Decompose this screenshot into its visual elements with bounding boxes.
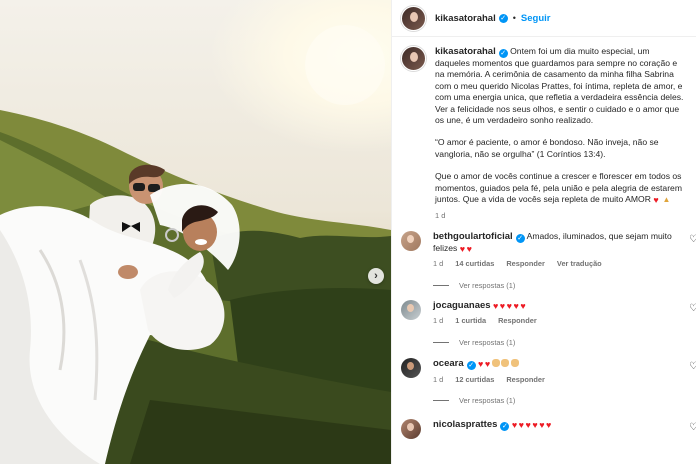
author-username[interactable]: kikasatorahal (435, 13, 496, 24)
red-heart-emoji: ♥ (459, 243, 466, 254)
commenter-username[interactable]: nicolasprattes (433, 419, 497, 430)
red-heart-emoji: ♥ (532, 419, 538, 430)
post-photo: › (0, 0, 391, 464)
verified-badge-icon: ✓ (466, 360, 476, 370)
comment-item: jocaguanaes ♥ ♥ ♥ ♥ ♥ 1 d 1 curtida Responde… (392, 299, 696, 327)
red-heart-emoji: ♥ (520, 300, 526, 311)
red-heart-emoji: ♥ (653, 195, 659, 206)
caption-text-1: Ontem foi um dia muito especial, um daqu… (435, 46, 684, 126)
caption-paragraph-3: Que o amor de vocês continue a crescer e… (435, 171, 686, 205)
caption-body: kikasatorahal ✓ Ontem foi um dia muito es… (435, 46, 686, 222)
verified-badge-icon: ✓ (498, 49, 508, 58)
verified-badge-icon: ✓ (515, 233, 525, 243)
heart-outline-icon[interactable]: ♡ (689, 361, 696, 372)
view-replies-button[interactable]: Ver respostas (1) (433, 281, 696, 290)
view-replies-label: Ver respostas (1) (459, 395, 516, 405)
comment-likes[interactable]: 12 curtidas (455, 374, 494, 385)
caption-username[interactable]: kikasatorahal (435, 46, 496, 57)
reply-button[interactable]: Responder (506, 374, 545, 385)
red-heart-emoji: ♥ (492, 300, 499, 311)
clapping-hands-emoji (510, 358, 519, 367)
heart-outline-icon[interactable]: ♡ (689, 422, 696, 433)
clapping-hands-emoji (501, 358, 510, 367)
red-heart-emoji: ♥ (484, 358, 491, 369)
separator-dot: • (512, 13, 516, 23)
comment-time[interactable]: 1 d (433, 315, 443, 326)
comment-time[interactable]: 1 d (433, 374, 443, 385)
commenter-avatar[interactable] (401, 357, 421, 378)
red-heart-emoji: ♥ (546, 419, 552, 430)
replies-divider (433, 341, 449, 343)
comment-meta: 1 d 14 curtidas Responder Ver tradução (433, 258, 683, 269)
translate-button[interactable]: Ver tradução (557, 258, 602, 269)
view-replies-label: Ver respostas (1) (459, 337, 516, 347)
comment-likes[interactable]: 14 curtidas (455, 258, 494, 269)
wedding-photo-illustration (0, 25, 391, 464)
replies-divider (433, 399, 449, 401)
commenter-username[interactable]: oceara (433, 358, 464, 369)
clapping-hands-emoji (491, 358, 500, 367)
commenter-username[interactable]: bethgoulartoficial (433, 231, 513, 242)
red-heart-emoji: ♥ (511, 419, 518, 430)
heart-outline-icon[interactable]: ♡ (689, 234, 696, 245)
comment-body: jocaguanaes ♥ ♥ ♥ ♥ ♥ 1 d 1 curtida Responde… (433, 300, 683, 327)
comment-item: nicolasprattes✓ ♥♥♥♥♥♥ ♡ (392, 418, 696, 439)
caption-text-3: Que o amor de vocês continue a crescer e… (435, 171, 682, 205)
commenter-avatar[interactable] (401, 230, 421, 251)
commenter-username[interactable]: jocaguanaes (433, 300, 491, 311)
verified-badge-icon: ✓ (500, 421, 510, 431)
commenter-avatar[interactable] (401, 299, 421, 320)
comment-likes[interactable]: 1 curtida (455, 315, 486, 326)
comment-item: oceara✓ ♥♥ 1 d 12 curtidas Responder ♡ (392, 357, 696, 385)
red-heart-emoji: ♥ (506, 300, 512, 311)
comment-meta: 1 d 12 curtidas Responder (433, 374, 683, 385)
comment-item: bethgoulartoficial ✓ Amados, iluminados, … (392, 230, 696, 270)
commenter-avatar[interactable] (401, 418, 421, 439)
view-replies-button[interactable]: Ver respostas (1) (433, 396, 696, 405)
heart-outline-icon[interactable]: ♡ (689, 303, 696, 314)
red-heart-emoji: ♥ (513, 300, 519, 311)
comment-body: bethgoulartoficial ✓ Amados, iluminados, … (433, 231, 683, 270)
post-header: kikasatorahal ✓ • Seguir (392, 0, 696, 37)
red-heart-emoji: ♥ (539, 419, 545, 430)
comment-time[interactable]: 1 d (433, 258, 443, 269)
chevron-right-icon: › (374, 269, 378, 282)
red-heart-emoji: ♥ (525, 419, 531, 430)
author-avatar[interactable] (401, 5, 426, 31)
caption-paragraph-2: “O amor é paciente, o amor é bondoso. Nã… (435, 137, 659, 159)
red-heart-emoji: ♥ (478, 358, 484, 369)
caption-author-avatar[interactable] (401, 46, 426, 71)
replies-divider (433, 284, 449, 286)
caption-timestamp[interactable]: 1 d (435, 210, 686, 221)
reply-button[interactable]: Responder (506, 258, 545, 269)
verified-badge-icon: ✓ (498, 13, 508, 23)
praying-hands-emoji: ▲ (662, 195, 671, 205)
red-heart-emoji: ♥ (466, 243, 472, 254)
red-heart-emoji: ♥ (518, 419, 524, 430)
red-heart-emoji: ♥ (499, 300, 506, 311)
comment-body: oceara ✓ ♥ ♥ 1 d 12 curtidas Responder (433, 358, 683, 385)
next-photo-button[interactable]: › (368, 268, 384, 284)
reply-button[interactable]: Responder (498, 315, 537, 326)
caption: kikasatorahal ✓ Ontem foi um dia muito es… (392, 37, 696, 222)
view-replies-button[interactable]: Ver respostas (1) (433, 338, 696, 347)
caption-paragraph-1: kikasatorahal ✓ Ontem foi um dia muito es… (435, 46, 686, 126)
comment-body: nicolasprattes ✓ ♥ ♥ ♥ ♥ ♥ ♥ (433, 419, 683, 439)
follow-button[interactable]: Seguir (521, 13, 551, 24)
comment-meta: 1 d 1 curtida Responder (433, 315, 683, 326)
post-side-panel: kikasatorahal ✓ • Seguir kikasatorahal ✓ … (391, 0, 696, 464)
view-replies-label: Ver respostas (1) (459, 280, 516, 290)
